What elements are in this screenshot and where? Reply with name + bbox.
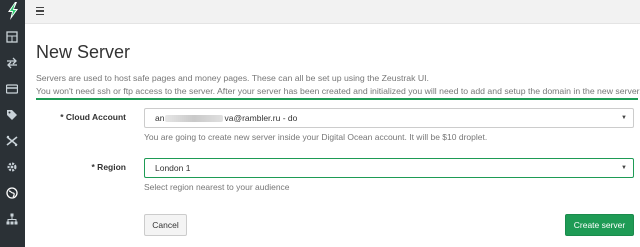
shuffle-icon[interactable]	[5, 134, 19, 148]
cloud-account-value-prefix: an	[155, 113, 165, 123]
page-description: Servers are used to host safe pages and …	[36, 72, 640, 98]
create-server-button[interactable]: Create server	[565, 214, 634, 236]
cog-icon[interactable]	[5, 160, 19, 174]
region-label: * Region	[91, 162, 126, 172]
chevron-down-icon: ▼	[621, 115, 627, 121]
page-title: New Server	[36, 42, 131, 62]
section-divider	[36, 98, 638, 100]
lightning-bolt-icon[interactable]	[0, 0, 25, 22]
redacted-email-mask	[165, 115, 224, 123]
sitemap-icon[interactable]	[5, 212, 19, 226]
globe-icon[interactable]	[5, 186, 19, 200]
swap-arrows-icon[interactable]	[5, 56, 19, 70]
region-value: London 1	[155, 163, 191, 173]
hamburger-icon[interactable]	[36, 4, 50, 18]
top-bar	[25, 0, 640, 24]
cancel-button[interactable]: Cancel	[144, 214, 187, 236]
region-help: Select region nearest to your audience	[144, 182, 290, 192]
tag-icon[interactable]	[5, 108, 19, 122]
calculator-icon[interactable]	[5, 30, 19, 44]
description-line-2: You won't need ssh or ftp access to the …	[36, 86, 640, 96]
cloud-account-label: * Cloud Account	[60, 112, 126, 122]
sidebar	[0, 0, 25, 247]
description-line-1: Servers are used to host safe pages and …	[36, 73, 429, 83]
cloud-account-select[interactable]: an va@rambler.ru - do ▼	[144, 108, 634, 128]
region-select[interactable]: London 1 ▼	[144, 158, 634, 178]
cloud-account-help: You are going to create new server insid…	[144, 132, 488, 142]
credit-card-icon[interactable]	[5, 82, 19, 96]
cloud-account-value-suffix: va@rambler.ru - do	[224, 113, 298, 123]
chevron-down-icon: ▼	[621, 165, 627, 171]
